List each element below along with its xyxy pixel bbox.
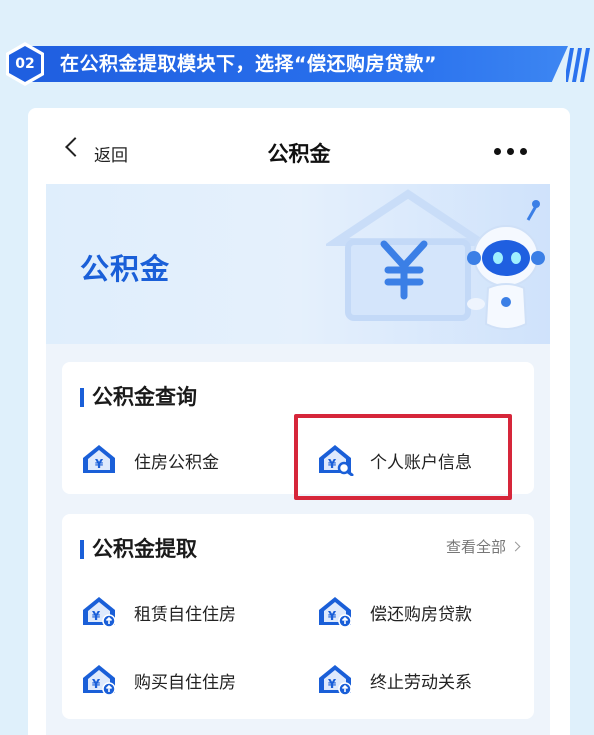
- hero-banner: 公积金: [46, 184, 550, 344]
- heading-accent-bar: [80, 388, 84, 407]
- withdraw-item-label: 偿还购房贷款: [370, 605, 472, 625]
- withdraw-item-label: 终止劳动关系: [370, 673, 472, 693]
- svg-text:¥: ¥: [328, 609, 337, 623]
- view-all-link[interactable]: 查看全部: [446, 536, 521, 557]
- svg-text:¥: ¥: [92, 677, 101, 691]
- house-yuan-arrow-icon: ¥: [83, 597, 116, 628]
- hero-title: 公积金: [80, 252, 171, 286]
- view-all-label: 查看全部: [446, 538, 507, 556]
- highlight-annotation-box: [294, 414, 512, 500]
- withdraw-section-title: 公积金提取: [92, 537, 197, 561]
- house-yuan-icon: ¥: [83, 445, 115, 473]
- chevron-right-icon: [510, 541, 521, 552]
- more-options-icon[interactable]: [494, 148, 528, 156]
- svg-text:¥: ¥: [95, 457, 104, 471]
- step-banner: 02 在公积金提取模块下，选择“偿还购房贷款”: [0, 42, 594, 88]
- withdraw-item-rental[interactable]: ¥ 租赁自住住房: [80, 594, 280, 628]
- withdraw-card: 公积金提取 查看全部 ¥ 租赁自住住房 ¥ 偿还购房贷款 ¥ 购买自住住房 ¥ …: [62, 514, 534, 719]
- withdraw-item-purchase[interactable]: ¥ 购买自住住房: [80, 662, 280, 696]
- svg-text:¥: ¥: [328, 677, 337, 691]
- query-section-title: 公积金查询: [92, 385, 197, 409]
- withdraw-item-label: 购买自住住房: [134, 673, 236, 693]
- page-title: 公积金: [267, 142, 331, 166]
- svg-text:¥: ¥: [92, 609, 101, 623]
- step-title: 在公积金提取模块下，选择“偿还购房贷款”: [60, 53, 437, 75]
- house-yuan-arrow-icon: ¥: [83, 665, 116, 696]
- house-yuan-arrow-icon: ¥: [319, 597, 352, 628]
- house-yuan-arrow-icon: ¥: [319, 665, 352, 696]
- app-screen: 返回 公积金 公积金 公积金查询 ¥ 住房公积金 ¥ 个人账户信息 公积金提取 …: [28, 108, 570, 735]
- decorative-slashes-icon: [566, 48, 590, 82]
- query-item-label: 住房公积金: [134, 453, 219, 473]
- withdraw-item-terminate-employment[interactable]: ¥ 终止劳动关系: [316, 662, 516, 696]
- withdraw-item-mortgage-repayment[interactable]: ¥ 偿还购房贷款: [316, 594, 516, 628]
- withdraw-section-heading: 公积金提取: [80, 536, 197, 562]
- query-item-housing-fund[interactable]: ¥ 住房公积金: [80, 442, 280, 476]
- navigation-bar: 返回 公积金: [28, 108, 570, 184]
- query-section-heading: 公积金查询: [80, 384, 197, 410]
- heading-accent-bar: [80, 540, 84, 559]
- withdraw-item-label: 租赁自住住房: [134, 605, 236, 625]
- robot-house-illustration-icon: [326, 189, 545, 330]
